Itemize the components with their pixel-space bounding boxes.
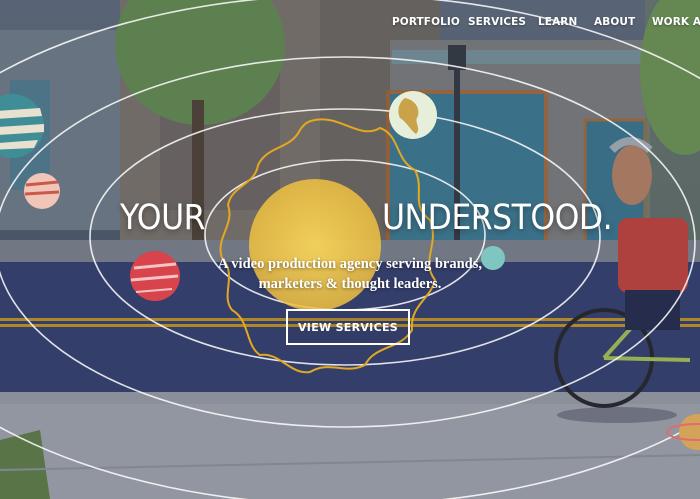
nav-services[interactable]: SERVICES xyxy=(468,16,526,28)
hero-subtitle: A video production agency serving brands… xyxy=(190,254,510,294)
nav-about[interactable]: ABOUT xyxy=(594,16,635,28)
planet-earth-icon xyxy=(389,91,437,139)
headline-left: YOUR xyxy=(120,198,206,238)
hero-subtitle-line1: A video production agency serving brands… xyxy=(218,256,482,272)
hero-illustration xyxy=(0,0,700,499)
hero-background xyxy=(0,0,700,499)
planet-red-icon xyxy=(130,251,180,301)
nav-work-at[interactable]: WORK AT E xyxy=(652,16,700,28)
nav-learn[interactable]: LEARN xyxy=(538,16,577,28)
nav-portfolio[interactable]: PORTFOLIO xyxy=(392,16,460,28)
view-services-button[interactable]: VIEW SERVICES xyxy=(286,309,410,345)
headline-right: UNDERSTOOD. xyxy=(382,198,613,238)
top-nav: PORTFOLIO SERVICES LEARN ABOUT WORK AT E xyxy=(0,16,700,32)
planet-small-icon xyxy=(24,173,60,209)
hero-subtitle-line2: marketers & thought leaders. xyxy=(258,276,442,292)
